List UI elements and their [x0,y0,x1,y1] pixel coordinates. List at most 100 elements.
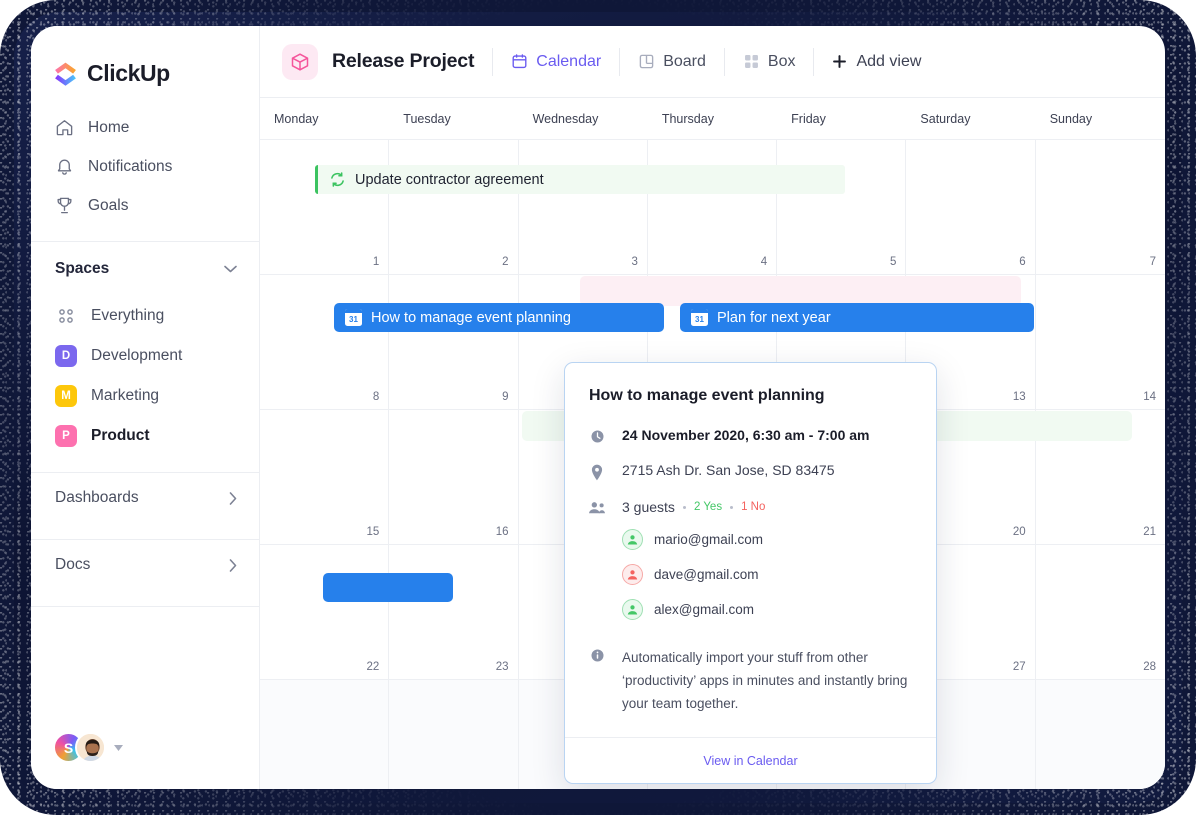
popup-guests-summary: 3 guests 2 Yes 1 No [622,499,912,515]
cube-icon [290,52,310,72]
sidebar-item-development[interactable]: D Development [31,336,259,376]
date-number: 13 [1013,391,1026,403]
guest-email: mario@gmail.com [654,532,763,547]
day-label-thursday: Thursday [648,98,777,139]
sidebar-item-docs[interactable]: Docs [31,540,259,590]
view-in-calendar-label: View in Calendar [703,754,797,768]
calendar-cell[interactable]: 8 [260,275,389,409]
sidebar-item-dashboards[interactable]: Dashboards [31,473,259,523]
date-number: 8 [373,391,379,403]
calendar-cell[interactable]: 29 [260,680,389,789]
event-chip-plan-for-next-year[interactable]: 31 Plan for next year [680,303,1034,332]
calendar-cell[interactable]: 5 [777,140,906,274]
space-label: Everything [91,307,164,325]
event-title: How to manage event planning [371,310,571,326]
avatar-photo[interactable] [75,732,106,763]
spaces-header[interactable]: Spaces [31,242,259,296]
chevron-right-icon[interactable] [229,559,237,572]
popup-time-row: 24 November 2020, 6:30 am - 7:00 am [589,427,912,444]
popup-body: How to manage event planning 24 November… [565,363,936,737]
event-band-pink [580,276,1021,306]
calendar-cell[interactable]: 30 [389,680,518,789]
calendar-cell[interactable]: 9 [389,275,518,409]
date-number: 6 [1019,256,1025,268]
event-details-popup: How to manage event planning 24 November… [564,362,937,784]
day-label-monday: Monday [260,98,389,139]
calendar-cell[interactable]: 6 [906,140,1035,274]
chevron-down-icon[interactable] [114,745,123,751]
tab-box[interactable]: Box [743,53,796,71]
space-badge: M [55,385,77,407]
calendar-cell[interactable]: 16 [389,410,518,544]
calendar-view: Monday Tuesday Wednesday Thursday Friday… [260,98,1165,789]
event-chip-update-contractor-agreement[interactable]: Update contractor agreement [315,165,845,194]
guest-email: dave@gmail.com [654,567,759,582]
plus-icon [832,54,847,69]
view-in-calendar-button[interactable]: View in Calendar [565,737,936,783]
calendar-cell[interactable]: 22 [260,545,389,679]
date-number: 15 [366,526,379,538]
sidebar-item-goals[interactable]: Goals [31,186,259,225]
guest-list-item[interactable]: mario@gmail.com [622,529,912,550]
sidebar-item-notifications[interactable]: Notifications [31,147,259,186]
date-number: 9 [502,391,508,403]
popup-location-row: 2715 Ash Dr. San Jose, SD 83475 [589,462,912,481]
gcal-icon: 31 [691,309,708,326]
brand-name: ClickUp [87,60,170,87]
sidebar-item-marketing[interactable]: M Marketing [31,376,259,416]
chevron-right-icon[interactable] [229,492,237,505]
date-number: 5 [890,256,896,268]
info-icon [589,646,605,663]
calendar-cell[interactable]: 3 [519,140,648,274]
calendar-week-row: 1 2 3 4 5 6 7 [260,140,1165,275]
calendar-cell[interactable]: 15 [260,410,389,544]
calendar-cell[interactable]: 1 [260,140,389,274]
day-label-friday: Friday [777,98,906,139]
date-number: 21 [1143,526,1156,538]
space-badge: P [55,425,77,447]
tab-board[interactable]: Board [638,53,706,71]
sidebar-item-everything[interactable]: Everything [31,296,259,336]
guests-yes-count: 2 Yes [694,501,722,513]
sidebar-item-label: Goals [88,197,129,215]
date-number: 28 [1143,661,1156,673]
date-number: 22 [366,661,379,673]
event-chip-hidden-behind-popup[interactable] [323,573,453,602]
topbar-divider [813,48,814,76]
calendar-icon [511,53,528,70]
calendar-cell[interactable]: 28 [1036,545,1165,679]
user-avatars[interactable]: S [53,732,123,763]
clickup-logo-icon [53,61,78,86]
calendar-cell[interactable]: 2 [389,140,518,274]
topbar-divider [492,48,493,76]
clock-icon [589,427,605,444]
calendar-cell[interactable]: 7 [1036,140,1165,274]
tab-label: Board [663,53,706,71]
sidebar-item-home[interactable]: Home [31,108,259,147]
space-label: Product [91,427,150,445]
date-number: 23 [496,661,509,673]
sidebar-item-product[interactable]: P Product [31,416,259,456]
trophy-icon [55,196,74,215]
popup-description: Automatically import your stuff from oth… [622,646,912,715]
popup-description-row: Automatically import your stuff from oth… [589,646,912,715]
popup-location: 2715 Ash Dr. San Jose, SD 83475 [622,462,834,478]
guest-list-item[interactable]: alex@gmail.com [622,599,912,620]
calendar-cell[interactable]: 4 [1036,680,1165,789]
brand-logo[interactable]: ClickUp [31,26,259,90]
event-chip-how-to-manage-event-planning[interactable]: 31 How to manage event planning [334,303,664,332]
add-view-button[interactable]: Add view [832,53,921,71]
tab-label: Box [768,53,796,71]
chevron-down-icon[interactable] [224,265,237,273]
board-icon [638,53,655,70]
guest-list-item[interactable]: dave@gmail.com [622,564,912,585]
calendar-cell[interactable]: 23 [389,545,518,679]
calendar-cell[interactable]: 4 [648,140,777,274]
sidebar-item-label: Home [88,119,129,137]
tab-calendar[interactable]: Calendar [511,53,601,71]
calendar-cell[interactable]: 14 [1036,275,1165,409]
popup-datetime: 24 November 2020, 6:30 am - 7:00 am [622,427,869,443]
topbar-divider [619,48,620,76]
date-number: 20 [1013,526,1026,538]
person-photo-icon [77,734,106,763]
